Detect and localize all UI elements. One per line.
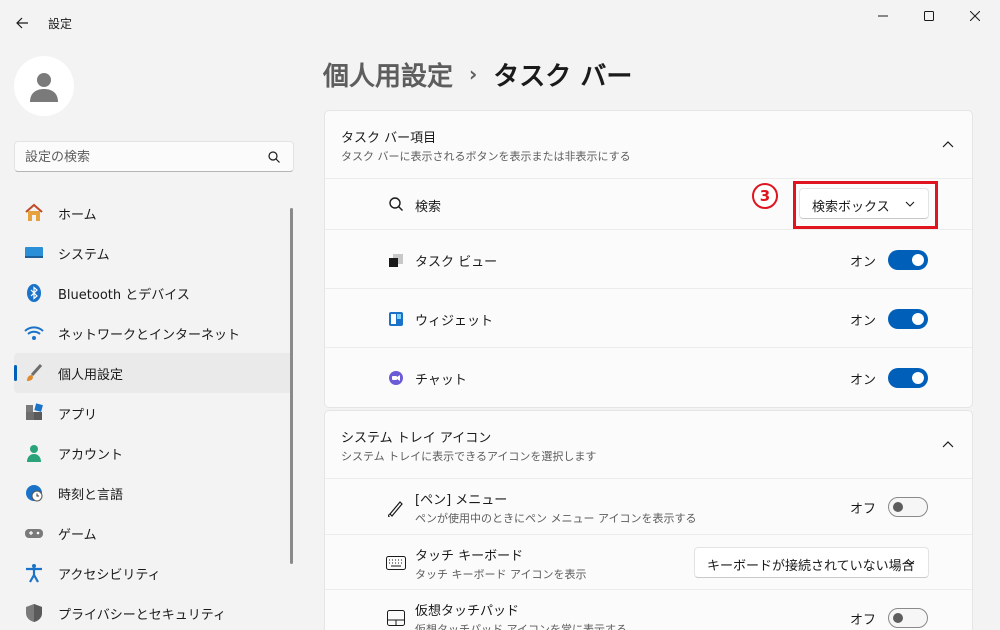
step-number-badge: 3 bbox=[752, 183, 778, 209]
widgets-toggle[interactable] bbox=[888, 309, 928, 329]
task-view-toggle[interactable] bbox=[888, 250, 928, 270]
user-icon bbox=[30, 73, 58, 102]
brush-icon bbox=[24, 363, 44, 383]
setting-row-task-view: タスク ビュー オン bbox=[325, 230, 972, 289]
search-input[interactable] bbox=[25, 147, 255, 167]
chat-toggle[interactable] bbox=[888, 368, 928, 388]
maximize-icon bbox=[924, 11, 934, 21]
sidebar-item-apps[interactable]: アプリ bbox=[14, 393, 292, 433]
breadcrumb-parent[interactable]: 個人用設定 bbox=[323, 56, 453, 93]
sidebar-item-privacy[interactable]: プライバシーとセキュリティ bbox=[14, 593, 292, 630]
toggle-state-label: オフ bbox=[849, 613, 876, 628]
apps-icon bbox=[24, 403, 44, 423]
breadcrumb-separator: › bbox=[469, 62, 478, 86]
account-icon bbox=[24, 443, 44, 463]
row-label: タスク ビュー bbox=[415, 255, 498, 270]
shield-icon bbox=[24, 603, 44, 623]
virtual-touchpad-toggle[interactable] bbox=[888, 608, 928, 628]
sidebar-item-accounts[interactable]: アカウント bbox=[14, 433, 292, 473]
card-subtitle: タスク バーに表示されるボタンを表示または非表示にする bbox=[341, 150, 631, 163]
chat-icon bbox=[386, 368, 406, 388]
setting-row-touch-keyboard: タッチ キーボード タッチ キーボード アイコンを表示 キーボードが接続されてい… bbox=[325, 535, 972, 590]
row-label: [ペン] メニュー bbox=[415, 493, 508, 508]
close-button[interactable] bbox=[952, 0, 998, 32]
pen-menu-toggle[interactable] bbox=[888, 497, 928, 517]
sidebar-item-accessibility[interactable]: アクセシビリティ bbox=[14, 553, 292, 593]
taskbar-items-card: タスク バー項目 タスク バーに表示されるボタンを表示または非表示にする 検索 … bbox=[324, 110, 973, 408]
maximize-button[interactable] bbox=[906, 0, 952, 32]
toggle-state-label: オフ bbox=[849, 502, 876, 517]
task-view-icon bbox=[386, 250, 406, 270]
pen-icon bbox=[386, 498, 406, 518]
bluetooth-icon bbox=[24, 283, 44, 303]
row-label: タッチ キーボード bbox=[415, 549, 524, 564]
row-label: 仮想タッチパッド bbox=[415, 604, 520, 619]
sidebar-item-network[interactable]: ネットワークとインターネット bbox=[14, 313, 292, 353]
sidebar-item-gaming[interactable]: ゲーム bbox=[14, 513, 292, 553]
home-icon bbox=[24, 203, 44, 223]
back-button[interactable] bbox=[10, 11, 34, 35]
sidebar-item-personalization[interactable]: 個人用設定 bbox=[14, 353, 292, 393]
widgets-icon bbox=[386, 309, 406, 329]
tray-icons-header[interactable]: システム トレイ アイコン システム トレイに表示できるアイコンを選択します bbox=[325, 411, 972, 479]
row-label: ウィジェット bbox=[415, 314, 494, 329]
settings-search[interactable] bbox=[14, 141, 294, 172]
search-icon bbox=[386, 194, 406, 214]
keyboard-icon bbox=[386, 553, 406, 573]
sidebar-item-system[interactable]: システム bbox=[14, 233, 292, 273]
system-icon bbox=[24, 243, 44, 263]
setting-row-widgets: ウィジェット オン bbox=[325, 289, 972, 348]
sidebar-item-home[interactable]: ホーム bbox=[14, 193, 292, 233]
breadcrumb: 個人用設定 › タスク バー bbox=[323, 56, 632, 92]
dropdown-value: キーボードが接続されていない場合 bbox=[707, 559, 915, 574]
row-label: チャット bbox=[415, 373, 467, 388]
row-description: ペンが使用中のときにペン メニュー アイコンを表示する bbox=[415, 512, 697, 525]
accessibility-icon bbox=[24, 563, 44, 583]
chevron-down-icon bbox=[905, 560, 915, 566]
toggle-state-label: オン bbox=[849, 255, 876, 270]
row-label: 検索 bbox=[415, 200, 442, 215]
row-description: 仮想タッチパッド アイコンを常に表示する bbox=[415, 623, 627, 630]
title-bar: 設定 bbox=[0, 0, 1000, 44]
back-arrow-icon bbox=[16, 17, 28, 29]
setting-row-virtual-touchpad: 仮想タッチパッド 仮想タッチパッド アイコンを常に表示する オフ bbox=[325, 590, 972, 630]
chevron-up-icon bbox=[942, 441, 954, 448]
app-title: 設定 bbox=[48, 17, 73, 31]
gamepad-icon bbox=[24, 523, 44, 543]
page-title: タスク バー bbox=[493, 61, 633, 92]
card-title: システム トレイ アイコン bbox=[341, 431, 492, 446]
highlight-frame bbox=[793, 181, 938, 229]
chevron-up-icon bbox=[942, 141, 954, 148]
sidebar-item-bluetooth[interactable]: Bluetooth とデバイス bbox=[14, 273, 292, 313]
card-subtitle: システム トレイに表示できるアイコンを選択します bbox=[341, 450, 597, 463]
close-icon bbox=[970, 11, 980, 21]
row-description: タッチ キーボード アイコンを表示 bbox=[415, 568, 587, 581]
sidebar-scrollbar[interactable] bbox=[290, 208, 293, 564]
setting-row-chat: チャット オン bbox=[325, 348, 972, 407]
taskbar-items-header[interactable]: タスク バー項目 タスク バーに表示されるボタンを表示または非表示にする bbox=[325, 111, 972, 179]
touch-keyboard-dropdown[interactable]: キーボードが接続されていない場合 bbox=[694, 547, 929, 578]
toggle-state-label: オン bbox=[849, 314, 876, 329]
setting-row-pen-menu: [ペン] メニュー ペンが使用中のときにペン メニュー アイコンを表示する オフ bbox=[325, 479, 972, 535]
card-title: タスク バー項目 bbox=[341, 131, 437, 146]
sidebar-item-time-language[interactable]: 時刻と言語 bbox=[14, 473, 292, 513]
search-icon bbox=[267, 149, 283, 165]
clock-globe-icon bbox=[24, 483, 44, 503]
sidebar-nav: ホーム システム Bluetooth とデバイス ネットワークとインターネット … bbox=[14, 193, 292, 630]
tray-icons-card: システム トレイ アイコン システム トレイに表示できるアイコンを選択します [… bbox=[324, 410, 973, 630]
minimize-button[interactable] bbox=[860, 0, 906, 32]
wifi-icon bbox=[24, 323, 44, 343]
toggle-state-label: オン bbox=[849, 373, 876, 388]
touchpad-icon bbox=[386, 608, 406, 628]
minimize-icon bbox=[878, 15, 888, 17]
avatar[interactable] bbox=[14, 56, 74, 116]
